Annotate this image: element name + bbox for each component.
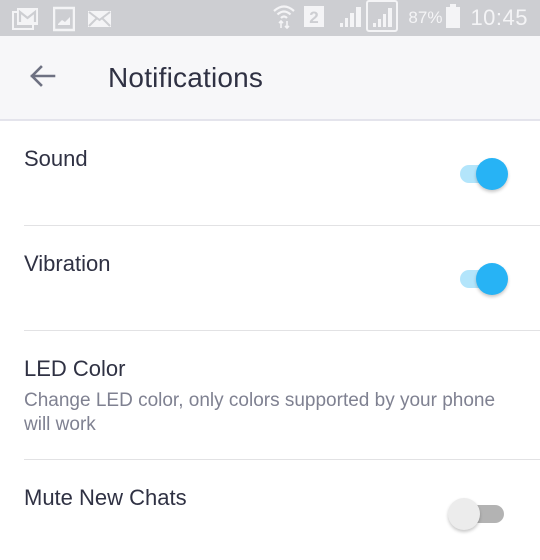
battery-icon [446, 3, 461, 33]
back-button[interactable] [22, 58, 62, 98]
setting-label: Mute New Chats [24, 485, 187, 510]
toggle-thumb [448, 498, 480, 530]
sound-toggle[interactable] [456, 156, 512, 190]
clock: 10:45 [470, 5, 528, 30]
setting-sound[interactable]: Sound [0, 121, 540, 225]
page-title: Notifications [108, 62, 264, 93]
setting-label: Vibration [24, 251, 111, 276]
toggle-thumb [476, 158, 508, 190]
setting-vibration[interactable]: Vibration [0, 226, 540, 330]
setting-label: Sound [24, 146, 88, 171]
signal-icon [366, 0, 399, 37]
toggle-thumb [476, 263, 508, 295]
sim2-icon: 2 [304, 4, 325, 33]
arrow-left-icon [28, 64, 56, 93]
mute-new-chats-toggle[interactable] [448, 496, 512, 530]
setting-mute-new-chats[interactable]: Mute New Chats [0, 460, 540, 560]
setting-subtitle: Change LED color, only colors supported … [24, 390, 496, 435]
app-bar: Notifications [0, 36, 540, 121]
gallery-icon [52, 6, 76, 37]
setting-led-color[interactable]: LED Color Change LED color, only colors … [0, 331, 540, 459]
signal-icon [338, 3, 364, 34]
status-bar: 2 87% 10:45 [0, 0, 540, 36]
wifi-icon [272, 3, 296, 34]
setting-label: LED Color [24, 356, 126, 381]
svg-text:2: 2 [310, 8, 319, 27]
email-icon [88, 10, 112, 33]
vibration-toggle[interactable] [456, 261, 512, 295]
battery-percent: 87% [408, 8, 443, 27]
gmail-icon [12, 7, 40, 36]
